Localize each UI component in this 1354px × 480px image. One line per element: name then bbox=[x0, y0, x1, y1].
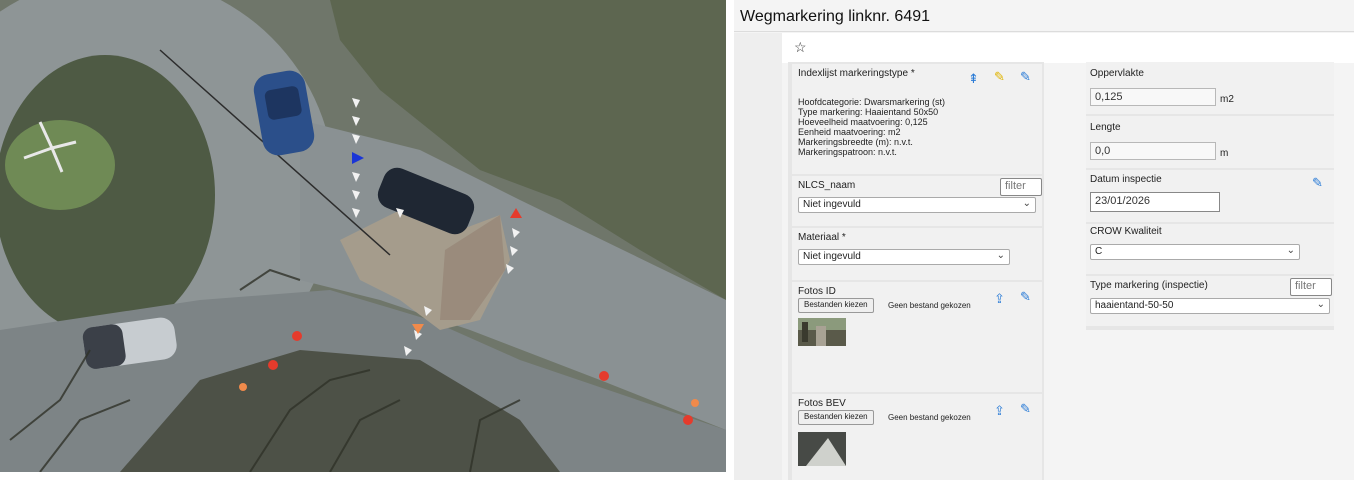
marker-orange-dot bbox=[239, 383, 247, 391]
chevron-down-icon: ⌄ bbox=[1316, 299, 1325, 310]
crow-label: CROW Kwaliteit bbox=[1090, 226, 1162, 237]
nlcs-select-value: Niet ingevuld bbox=[803, 199, 861, 210]
upload-icon[interactable]: ⇪ bbox=[994, 292, 1005, 305]
marker-red-dot bbox=[268, 360, 278, 370]
materiaal-select-value: Niet ingevuld bbox=[803, 251, 861, 262]
pencil-icon[interactable]: ✎ bbox=[994, 70, 1005, 83]
marking-form-panel: Wegmarkering linknr. 6491 ☆ Indexlijst m… bbox=[734, 0, 1354, 480]
materiaal-select[interactable]: Niet ingevuld ⌄ bbox=[798, 249, 1010, 265]
fotos-bev-card: Fotos BEV Bestanden kiezen Geen bestand … bbox=[792, 394, 1042, 480]
lengte-unit: m bbox=[1220, 148, 1229, 159]
upload-icon[interactable]: ⇪ bbox=[994, 404, 1005, 417]
marker-orange-dot bbox=[691, 399, 699, 407]
right-column: Oppervlakte 0,125 m2 Lengte 0,0 m Datum … bbox=[1086, 62, 1334, 330]
crow-select[interactable]: C ⌄ bbox=[1090, 244, 1300, 260]
lengte-input[interactable]: 0,0 bbox=[1090, 142, 1216, 160]
type-inspectie-select[interactable]: haaientand-50-50 ⌄ bbox=[1090, 298, 1330, 314]
panel-gutter bbox=[734, 33, 782, 480]
nlcs-filter-input[interactable]: filter bbox=[1000, 178, 1042, 196]
materiaal-card: Materiaal * Niet ingevuld ⌄ bbox=[792, 228, 1042, 280]
eraser-icon[interactable]: ✎ bbox=[1312, 176, 1323, 189]
fotos-id-choose-button[interactable]: Bestanden kiezen bbox=[798, 298, 874, 313]
oppervlakte-unit: m2 bbox=[1220, 94, 1234, 105]
marker-red-dot bbox=[292, 331, 302, 341]
type-inspectie-label: Type markering (inspectie) bbox=[1090, 280, 1208, 291]
type-inspectie-card: Type markering (inspectie) filter haaien… bbox=[1086, 276, 1334, 326]
index-card: Indexlijst markeringstype * ⇞ ✎ ✎ Hoofdc… bbox=[792, 64, 1042, 174]
datum-input[interactable]: 23/01/2026 bbox=[1090, 192, 1220, 212]
detail-line: Eenheid maatvoering: m2 bbox=[798, 127, 901, 137]
datum-card: Datum inspectie ✎ 23/01/2026 bbox=[1086, 170, 1334, 222]
type-inspectie-filter-input[interactable]: filter bbox=[1290, 278, 1332, 296]
window-title: Wegmarkering linknr. 6491 bbox=[740, 8, 931, 25]
fotos-id-status: Geen bestand gekozen bbox=[888, 301, 971, 310]
crow-card: CROW Kwaliteit C ⌄ bbox=[1086, 224, 1334, 274]
fotos-bev-choose-button[interactable]: Bestanden kiezen bbox=[798, 410, 874, 425]
expand-icon[interactable]: ⇞ bbox=[968, 72, 979, 85]
fotos-bev-status: Geen bestand gekozen bbox=[888, 413, 971, 422]
fotos-id-card: Fotos ID Bestanden kiezen Geen bestand g… bbox=[792, 282, 1042, 392]
detail-line: Markeringspatroon: n.v.t. bbox=[798, 147, 897, 157]
oppervlakte-card: Oppervlakte 0,125 m2 bbox=[1086, 62, 1334, 114]
datum-label: Datum inspectie bbox=[1090, 174, 1162, 185]
photo-thumbnail[interactable] bbox=[798, 432, 846, 466]
eraser-icon[interactable]: ✎ bbox=[1020, 70, 1031, 83]
oppervlakte-input[interactable]: 0,125 bbox=[1090, 88, 1216, 106]
favorite-bar: ☆ bbox=[782, 33, 1354, 63]
nlcs-select[interactable]: Niet ingevuld ⌄ bbox=[798, 197, 1036, 213]
aerial-map[interactable] bbox=[0, 0, 726, 472]
marker-red-dot bbox=[599, 371, 609, 381]
lengte-card: Lengte 0,0 m bbox=[1086, 116, 1334, 168]
detail-line: Hoeveelheid maatvoering: 0,125 bbox=[798, 117, 928, 127]
fotos-bev-label: Fotos BEV bbox=[798, 398, 846, 409]
chevron-down-icon: ⌄ bbox=[1022, 198, 1031, 209]
star-icon[interactable]: ☆ bbox=[794, 39, 807, 56]
marker-red-dot bbox=[683, 415, 693, 425]
detail-line: Markeringsbreedte (m): n.v.t. bbox=[798, 137, 913, 147]
chevron-down-icon: ⌄ bbox=[996, 250, 1005, 261]
title-divider bbox=[734, 31, 1354, 32]
oppervlakte-label: Oppervlakte bbox=[1090, 68, 1144, 79]
photo-thumbnail[interactable] bbox=[798, 318, 846, 346]
index-label: Indexlijst markeringstype * bbox=[798, 68, 915, 79]
materiaal-label: Materiaal * bbox=[798, 232, 846, 243]
edit-icon[interactable]: ✎ bbox=[1020, 402, 1031, 415]
nlcs-card: NLCS_naam filter Niet ingevuld ⌄ bbox=[792, 176, 1042, 226]
chevron-down-icon: ⌄ bbox=[1286, 245, 1295, 256]
detail-line: Hoofdcategorie: Dwarsmarkering (st) bbox=[798, 97, 946, 107]
crow-select-value: C bbox=[1095, 246, 1103, 257]
map-canvas[interactable] bbox=[0, 0, 726, 472]
edit-icon[interactable]: ✎ bbox=[1020, 290, 1031, 303]
lengte-label: Lengte bbox=[1090, 122, 1121, 133]
nlcs-label: NLCS_naam bbox=[798, 180, 856, 191]
fotos-id-label: Fotos ID bbox=[798, 286, 836, 297]
detail-line: Type markering: Haaientand 50x50 bbox=[798, 107, 939, 117]
type-inspectie-select-value: haaientand-50-50 bbox=[1095, 300, 1174, 311]
left-column: Indexlijst markeringstype * ⇞ ✎ ✎ Hoofdc… bbox=[788, 62, 1044, 480]
